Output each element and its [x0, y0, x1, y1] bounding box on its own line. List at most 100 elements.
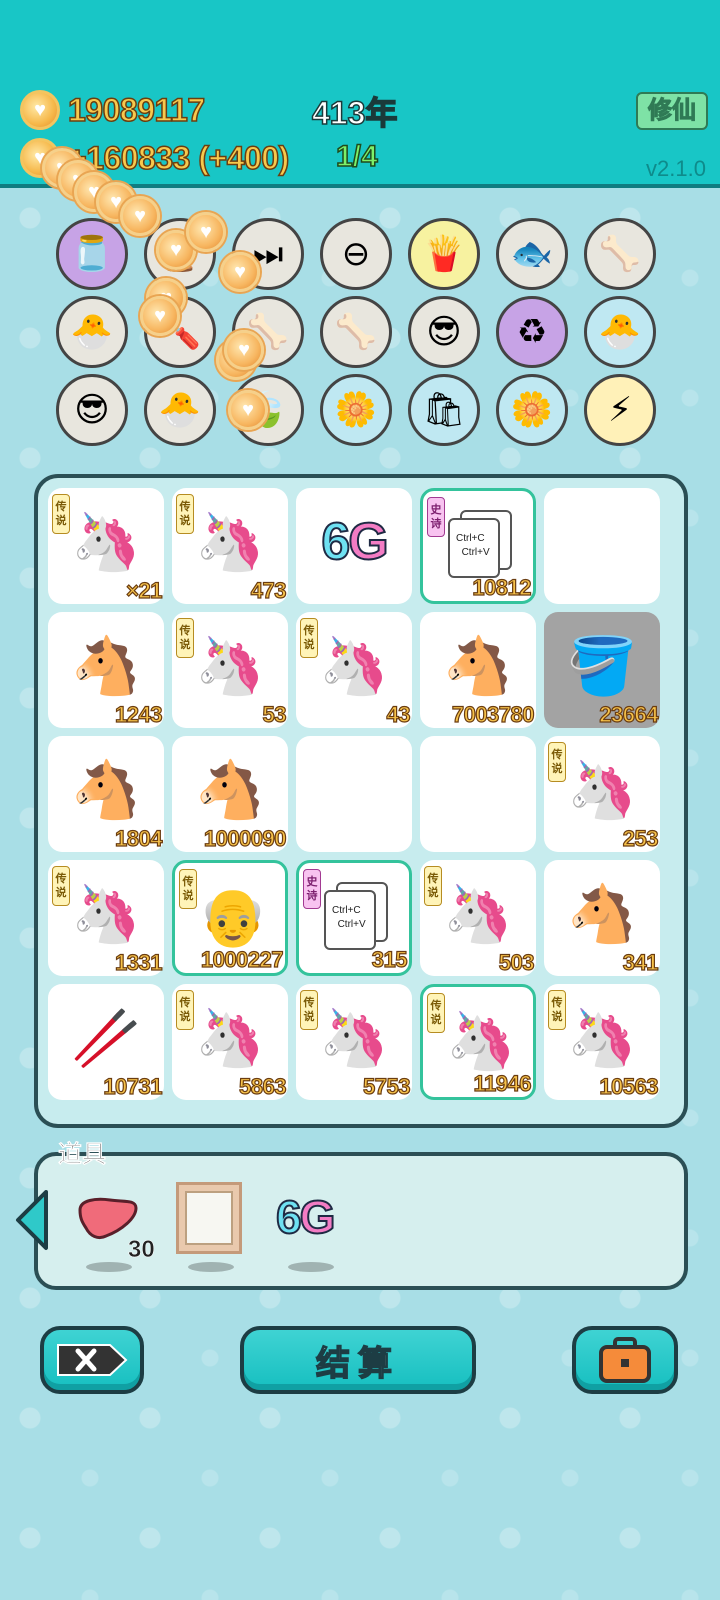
- chick-egg-icon: 🐣: [70, 313, 114, 351]
- milk-jar-icon: 🫙: [70, 235, 114, 273]
- upgrade-milk-jar[interactable]: 🫙: [56, 218, 128, 290]
- sixg-icon: 6G: [275, 1190, 336, 1244]
- ctrl-cv-icon: Ctrl+C Ctrl+V: [423, 505, 539, 585]
- item-count: 53: [262, 701, 287, 727]
- grid-cell[interactable]: 6G: [296, 488, 412, 604]
- upgrade-fishbowl[interactable]: 🐟: [496, 218, 568, 290]
- flower-pot-icon: 🌼: [510, 391, 554, 429]
- chick-egg-icon: 🐣: [598, 313, 642, 351]
- grid-cell[interactable]: 传说 🦄 253: [544, 736, 660, 852]
- grid-cell[interactable]: 史诗 Ctrl+C Ctrl+V 315: [296, 860, 412, 976]
- horse-icon: 🐴: [567, 882, 637, 945]
- grid-cell-empty[interactable]: [296, 736, 412, 852]
- upgrade-flower-pot[interactable]: 🌼: [496, 374, 568, 446]
- item-count: ×21: [126, 577, 164, 603]
- item-count: 341: [622, 949, 659, 975]
- grid-cell[interactable]: 传说 🦄 503: [420, 860, 536, 976]
- stage-progress: 1/4: [335, 139, 378, 174]
- upgrade-sunglasses-cats[interactable]: 😎: [408, 296, 480, 368]
- minus-circle-icon: ⊖: [341, 235, 371, 273]
- upgrade-recycle[interactable]: ♻: [496, 296, 568, 368]
- cultivate-button[interactable]: 修仙: [636, 92, 708, 130]
- coin-total: 19089117: [67, 91, 206, 129]
- coin-icon: ♥: [220, 252, 260, 292]
- horse-icon: 🐴: [71, 758, 141, 821]
- coin-icon: ♥: [120, 196, 160, 236]
- unicorn-icon: 🦄: [319, 1006, 389, 1069]
- grid-cell[interactable]: 传说 🦄 5753: [296, 984, 412, 1100]
- item-count: 43: [386, 701, 411, 727]
- item-count: 5753: [362, 1073, 411, 1099]
- grid-cell[interactable]: 🐴 7003780: [420, 612, 536, 728]
- grid-cell[interactable]: 传说 🦄 53: [172, 612, 288, 728]
- grid-cell[interactable]: 传说 🦄 ×21: [48, 488, 164, 604]
- upgrade-minus-circle[interactable]: ⊖: [320, 218, 392, 290]
- coin-icon: ♥: [186, 212, 226, 252]
- grid-cell[interactable]: 传说 👴 1000227: [172, 860, 288, 976]
- upgrade-trash-bag[interactable]: 🛍: [408, 374, 480, 446]
- coin-icon: ♥: [140, 296, 180, 336]
- item-count: 1804: [114, 825, 163, 851]
- item-count: 10812: [472, 574, 532, 600]
- unicorn-icon: 🦄: [195, 634, 265, 697]
- upgrade-sunglasses-cats[interactable]: 😎: [56, 374, 128, 446]
- merge-grid: 传说 🦄 ×21 传说 🦄 473 6G 史诗 Ctrl+C Ctrl+V 10812 🐴 1243 传…: [34, 474, 688, 1128]
- item-picture-frame[interactable]: [176, 1182, 242, 1254]
- settle-label: 结算: [315, 1344, 400, 1384]
- item-count: 503: [498, 949, 535, 975]
- upgrade-flower-pot[interactable]: 🌼: [320, 374, 392, 446]
- item-count: 1243: [114, 701, 163, 727]
- grid-cell[interactable]: 🐴 1000090: [172, 736, 288, 852]
- exit-button[interactable]: [40, 1326, 144, 1394]
- item-count: 10563: [599, 1073, 659, 1099]
- unicorn-icon: 🦄: [567, 758, 637, 821]
- grid-cell[interactable]: 传说 🦄 11946: [420, 984, 536, 1100]
- grid-cell[interactable]: 传说 🦄 473: [172, 488, 288, 604]
- sunglasses-cats-icon: 😎: [74, 391, 110, 429]
- upgrade-pet-food[interactable]: 🦴: [320, 296, 392, 368]
- upgrade-chick-egg[interactable]: 🐣: [56, 296, 128, 368]
- grid-cell[interactable]: 史诗 Ctrl+C Ctrl+V 10812: [420, 488, 536, 604]
- top-bar: ♥ 19089117 ♥ +160833 (+400) 413年 1/4 修仙 …: [0, 0, 720, 188]
- grid-cell[interactable]: 🪣 23664: [544, 612, 660, 728]
- unicorn-icon: 🦄: [195, 1006, 265, 1069]
- bucket-icon: 🪣: [567, 634, 637, 697]
- grid-cell[interactable]: 🐴 1804: [48, 736, 164, 852]
- upgrade-pet-food[interactable]: 🦴: [584, 218, 656, 290]
- bag-button[interactable]: [572, 1326, 678, 1394]
- horse-icon: 🐴: [71, 634, 141, 697]
- unicorn-icon: 🦄: [567, 1006, 637, 1069]
- upgrade-chick-egg[interactable]: 🐣: [584, 296, 656, 368]
- unicorn-icon: 🦄: [319, 634, 389, 697]
- grid-cell[interactable]: 🐴 341: [544, 860, 660, 976]
- trash-bag-icon: 🛍: [422, 391, 466, 429]
- grid-cell[interactable]: 传说 🦄 43: [296, 612, 412, 728]
- item-shadow: [288, 1262, 334, 1272]
- item-count: 5863: [238, 1073, 287, 1099]
- grid-cell[interactable]: 传说 🦄 10563: [544, 984, 660, 1100]
- item-count: 23664: [599, 701, 659, 727]
- settle-button[interactable]: 结算: [240, 1326, 476, 1394]
- recycle-icon: ♻: [516, 313, 548, 351]
- grid-cell[interactable]: 传说 🦄 1331: [48, 860, 164, 976]
- grid-cell[interactable]: 传说 🦄 5863: [172, 984, 288, 1100]
- item-count: 1000227: [200, 946, 284, 972]
- coin-icon: ♥: [20, 90, 60, 130]
- item-sixg[interactable]: 6G: [275, 1190, 336, 1244]
- upgrade-chick-egg[interactable]: 🐣: [144, 374, 216, 446]
- upgrade-fries[interactable]: 🍟: [408, 218, 480, 290]
- upgrade-lightning[interactable]: ⚡: [584, 374, 656, 446]
- unicorn-icon: 🦄: [71, 510, 141, 573]
- crowned-unicorn-icon: 🦄: [446, 1009, 516, 1072]
- grid-cell-empty[interactable]: [420, 736, 536, 852]
- item-liver[interactable]: 30: [76, 1196, 155, 1263]
- pet-food-icon: 🦴: [334, 313, 378, 351]
- chevron-left-icon[interactable]: [12, 1188, 52, 1252]
- grid-cell-empty[interactable]: [544, 488, 660, 604]
- grid-cell[interactable]: 🐴 1243: [48, 612, 164, 728]
- items-title: 道具: [58, 1141, 107, 1169]
- grid-cell[interactable]: 🥢 10731: [48, 984, 164, 1100]
- pet-food-icon: 🦴: [598, 235, 642, 273]
- income-rate: +160833 (+400): [67, 139, 290, 177]
- straw-icon: 🥢: [71, 1006, 141, 1069]
